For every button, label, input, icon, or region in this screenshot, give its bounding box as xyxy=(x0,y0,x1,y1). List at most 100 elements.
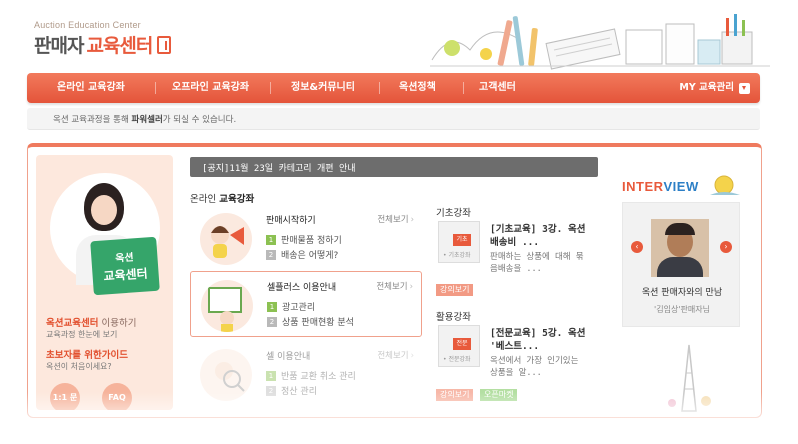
promo-panel: 옥션 교육센터 옥션교육센터 이용하기 교육과정 한눈에 보기 초보자를 위한가… xyxy=(36,155,173,410)
course-thumbnail xyxy=(200,349,252,401)
course-thumbnail xyxy=(200,213,252,265)
course-card[interactable]: 셀플러스 이용안내 전체보기 › 1 광고관리 2 상품 판매현황 분석 xyxy=(190,271,422,337)
beginner-guide-link[interactable]: 초보자를 위한가이드 xyxy=(46,347,128,361)
course-item[interactable]: 2 배송은 어떻게? xyxy=(266,248,338,261)
header: Auction Education Center 판매자 교육센터 xyxy=(0,0,798,72)
promo-badge[interactable]: 옥션 교육센터 xyxy=(90,236,160,296)
nav-item-online-course[interactable]: 온라인 교육강좌 xyxy=(57,73,125,103)
notebook-icon xyxy=(157,35,172,54)
chevron-right-icon: › xyxy=(410,215,414,225)
beginner-guide-subtext: 옥션이 처음이세요? xyxy=(46,362,112,371)
photo-body xyxy=(657,257,703,277)
logo-title-part1: 판매자 xyxy=(34,35,84,57)
eiffel-tower-icon xyxy=(668,344,711,412)
tagline-suffix: 가 되실 수 있습니다. xyxy=(162,115,237,125)
view-all-link[interactable]: 전체보기 › xyxy=(376,280,413,292)
course-title[interactable]: 셀플러스 이용안내 xyxy=(267,280,336,293)
course-card[interactable]: 판매시작하기 전체보기 › 1 판매물품 정하기 2 배송은 어떻게? xyxy=(190,205,422,271)
education-center-link-rest: 이용하기 xyxy=(98,318,137,329)
main-panel: 옥션 교육센터 옥션교육센터 이용하기 교육과정 한눈에 보기 초보자를 위한가… xyxy=(27,143,762,418)
number-2-icon: 2 xyxy=(267,316,277,327)
promo-badge-line2: 교육센터 xyxy=(103,266,149,284)
logo-title-part2: 교육센터 xyxy=(86,35,153,57)
course-item[interactable]: 1 광고관리 xyxy=(267,300,315,313)
basic-course-title: 기초강좌 xyxy=(436,208,471,219)
chevron-right-icon[interactable]: › xyxy=(720,241,732,253)
number-2-icon: 2 xyxy=(266,385,276,396)
course-item[interactable]: 2 정산 관리 xyxy=(266,384,317,397)
nav-divider xyxy=(155,82,156,94)
view-all-link[interactable]: 전체보기 › xyxy=(377,349,414,361)
faq-button[interactable]: FAQ xyxy=(102,383,132,410)
basic-lecture-title-line1[interactable]: [기초교육] 3강. 옥션 xyxy=(490,223,586,236)
open-market-tag[interactable]: 오픈마켓 xyxy=(480,389,518,401)
interview-title[interactable]: 옥션 판매자와의 만남 xyxy=(623,285,741,298)
nav-item-customer-center[interactable]: 고객센터 xyxy=(479,73,516,103)
promo-model-face xyxy=(91,195,117,225)
course-thumbnail xyxy=(201,280,253,332)
sign-board-icon xyxy=(208,287,242,332)
basic-lecture-desc-line1: 판매하는 상품에 대해 묶 xyxy=(490,252,584,262)
inquiry-button[interactable]: 1:1 문의 xyxy=(50,383,80,410)
nav-item-auction-policy[interactable]: 옥션정책 xyxy=(399,73,436,103)
view-all-link[interactable]: 전체보기 › xyxy=(377,213,414,225)
tagline-prefix: 옥션 교육과정을 통해 xyxy=(53,115,132,125)
advanced-lecture-title-line2[interactable]: '베스트... xyxy=(490,340,539,353)
course-item[interactable]: 2 상품 판매현황 분석 xyxy=(267,315,354,328)
interview-label: INTERVIEW xyxy=(622,179,699,194)
education-center-link-main: 옥션교육센터 xyxy=(46,318,99,329)
view-lecture-tag[interactable]: 강의보기 xyxy=(436,284,474,296)
view-all-label: 전체보기 xyxy=(377,351,409,361)
magnifier-icon xyxy=(215,362,245,392)
photo-hair xyxy=(665,223,695,235)
advanced-lecture-desc-line1: 옥션에서 가장 인기있는 xyxy=(490,356,579,366)
online-section-title: 온라인 교육강좌 xyxy=(190,191,254,205)
number-1-icon: 1 xyxy=(266,370,276,381)
logo[interactable]: Auction Education Center 판매자 교육센터 xyxy=(34,20,172,58)
number-1-icon: 1 xyxy=(267,301,277,312)
basic-lecture-title-line2[interactable]: 배송비 ... xyxy=(490,236,539,249)
nav-divider xyxy=(379,82,380,94)
course-item-label: 광고관리 xyxy=(282,303,316,313)
course-title[interactable]: 판매시작하기 xyxy=(266,213,316,226)
chevron-left-icon[interactable]: ‹ xyxy=(631,241,643,253)
basic-thumb-label: • 기초강좌 xyxy=(443,252,471,259)
advanced-thumb-label: • 전문강좌 xyxy=(443,356,471,363)
snail-icon xyxy=(710,175,740,195)
course-item[interactable]: 1 반품 교환 취소 관리 xyxy=(266,369,356,382)
advanced-lecture-desc-line2: 상품을 알... xyxy=(490,368,542,378)
nav-item-info-community[interactable]: 정보&커뮤니티 xyxy=(291,73,355,103)
interview-card[interactable]: ‹ › 옥션 판매자와의 만남 '김임상'판매자님 xyxy=(622,202,740,327)
tagline-bar: 옥션 교육과정을 통해 파워셀러가 되실 수 있습니다. xyxy=(27,108,760,130)
course-card[interactable]: 셀 이용안내 전체보기 › 1 반품 교환 취소 관리 2 정산 관리 xyxy=(190,341,422,407)
megaphone-girl-icon xyxy=(211,226,244,258)
course-item-label: 정산 관리 xyxy=(281,387,317,397)
education-center-link[interactable]: 옥션교육센터 이용하기 xyxy=(46,315,136,329)
nav-divider xyxy=(463,82,464,94)
basic-badge: 기초 xyxy=(453,234,471,246)
notice-text: [공지]11월 23일 카테고리 개편 안내 xyxy=(202,164,356,174)
basic-lecture-desc-line2: 음배송을 ... xyxy=(490,264,542,274)
main-nav: 온라인 교육강좌 오프라인 교육강좌 정보&커뮤니티 옥션정책 고객센터 MY … xyxy=(27,73,760,103)
course-item-label: 반품 교환 취소 관리 xyxy=(281,372,356,382)
advanced-badge: 전문 xyxy=(453,338,471,350)
my-education-label: MY 교육관리 xyxy=(679,82,734,93)
view-lecture-tag[interactable]: 강의보기 xyxy=(436,389,474,401)
course-item-label: 배송은 어떻게? xyxy=(281,251,339,261)
course-title[interactable]: 셀 이용안내 xyxy=(266,349,310,362)
course-item[interactable]: 1 판매물품 정하기 xyxy=(266,233,342,246)
chevron-right-icon: › xyxy=(410,351,414,361)
basic-lecture-thumbnail[interactable]: 기초 • 기초강좌 xyxy=(438,221,480,263)
notice-bar[interactable]: [공지]11월 23일 카테고리 개편 안내 xyxy=(190,157,598,177)
advanced-course-title: 활용강좌 xyxy=(436,312,471,323)
view-all-label: 전체보기 xyxy=(376,282,408,292)
tagline-bold: 파워셀러 xyxy=(131,115,163,125)
education-center-subtext: 교육과정 한눈에 보기 xyxy=(46,330,118,339)
course-item-label: 상품 판매현황 분석 xyxy=(282,318,354,328)
advanced-lecture-thumbnail[interactable]: 전문 • 전문강좌 xyxy=(438,325,480,367)
nav-item-offline-course[interactable]: 오프라인 교육강좌 xyxy=(172,73,249,103)
view-all-label: 전체보기 xyxy=(377,215,409,225)
logo-title: 판매자 교육센터 xyxy=(34,31,172,58)
my-education-menu[interactable]: MY 교육관리 xyxy=(679,73,750,103)
advanced-lecture-title-line1[interactable]: [전문교육] 5강. 옥션 xyxy=(490,327,586,340)
